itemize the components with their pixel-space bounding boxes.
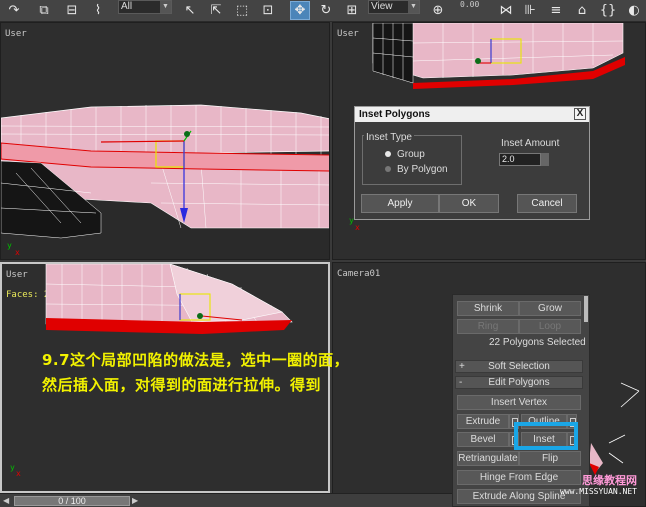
retriangulate-button[interactable]: Retriangulate [457, 451, 519, 466]
inset-amount-label: Inset Amount [501, 138, 560, 149]
spinner-snap-value: 0.00 [460, 0, 480, 9]
rotate-icon[interactable]: ↻ [316, 1, 336, 20]
loop-button[interactable]: Loop [519, 319, 581, 334]
inset-amount-input[interactable]: 2.0 [499, 153, 541, 166]
caption-line-2: 然后插入面，对得到的面进行拉伸。得到 [42, 376, 322, 394]
reference-coordinate-dropdown[interactable]: View ▼ [368, 0, 420, 14]
radio-unselected-icon [385, 166, 391, 173]
mesh-view-top-left: y x [1, 104, 329, 259]
svg-text:y: y [10, 463, 15, 472]
layer-icon[interactable]: ≡ [546, 1, 566, 20]
extrude-button[interactable]: Extrude [457, 414, 509, 429]
grow-button[interactable]: Grow [519, 301, 581, 316]
watermark-url: www.MISSYUAN.NET [559, 487, 637, 496]
svg-text:x: x [16, 469, 21, 478]
inset-type-label: Inset Type [364, 132, 414, 143]
selection-filter-dropdown[interactable]: All ▼ [118, 0, 172, 14]
ring-button[interactable]: Ring [457, 319, 519, 334]
curve-editor-icon[interactable]: {} [598, 1, 618, 20]
select-object-icon[interactable]: ↖ [180, 1, 200, 20]
pivot-center-icon[interactable]: ⊕ [428, 1, 448, 20]
edit-polygons-rollout[interactable]: - Edit Polygons [455, 376, 583, 389]
chevron-down-icon: ▼ [160, 1, 171, 13]
material-icon[interactable]: ◐ [624, 1, 644, 20]
shrink-button[interactable]: Shrink [457, 301, 519, 316]
scale-icon[interactable]: ⊞ [342, 1, 362, 20]
time-slider[interactable]: 0 / 100 [14, 496, 130, 506]
inset-amount-spinner[interactable] [541, 153, 549, 166]
caption-line-1: 9.7这个局部凹陷的做法是，选中一圈的面， [42, 351, 350, 369]
close-icon[interactable]: X [574, 108, 586, 120]
svg-text:y: y [7, 241, 12, 250]
cancel-button[interactable]: Cancel [517, 194, 577, 213]
dialog-title: Inset Polygons X [355, 107, 589, 122]
bind-spacewarp-icon[interactable]: ⌇ [88, 1, 108, 20]
schematic-icon[interactable]: ⌂ [572, 1, 592, 20]
prev-frame-icon[interactable]: ◀ [3, 496, 9, 505]
align-icon[interactable]: ⊪ [520, 1, 540, 20]
radio-selected-icon [385, 151, 391, 158]
select-by-name-icon[interactable]: ⇱ [206, 1, 226, 20]
unlink-icon[interactable]: ⊟ [62, 1, 82, 20]
flip-button[interactable]: Flip [519, 451, 581, 466]
next-frame-icon[interactable]: ▶ [132, 496, 138, 505]
tutorial-caption: 9.7这个局部凹陷的做法是，选中一圈的面， 然后插入面，对得到的面进行拉伸。得到 [42, 348, 349, 398]
panel-scrollbar[interactable] [584, 296, 588, 322]
window-crossing-icon[interactable]: ⊡ [258, 1, 278, 20]
bevel-button[interactable]: Bevel [457, 432, 509, 447]
watermark: 思缘教程网 www.MISSYUAN.NET [560, 472, 637, 496]
main-toolbar: ↷ ⧉ ⊟ ⌇ All ▼ ↖ ⇱ ⬚ ⊡ ✥ ↻ ⊞ View ▼ ⊕ 0.00 … [0, 0, 646, 22]
radio-group[interactable]: Group [385, 149, 425, 160]
time-slider-bar: ◀ 0 / 100 ▶ [0, 493, 452, 507]
edit-poly-panel: Shrink Grow Ring Loop 22 Polygons Select… [452, 294, 590, 507]
chevron-down-icon: ▼ [408, 1, 419, 13]
move-icon[interactable]: ✥ [290, 1, 310, 20]
inset-polygons-dialog: Inset Polygons X Inset Type Group By Pol… [354, 106, 590, 220]
hinge-from-edge-button[interactable]: Hinge From Edge [457, 470, 581, 485]
ok-button[interactable]: OK [439, 194, 499, 213]
svg-text:x: x [15, 248, 20, 257]
inset-highlight-box [514, 422, 578, 450]
select-link-icon[interactable]: ⧉ [34, 1, 54, 20]
redo-icon[interactable]: ↷ [4, 1, 24, 20]
watermark-title: 思缘教程网 [582, 474, 637, 487]
apply-button[interactable]: Apply [361, 194, 439, 213]
insert-vertex-button[interactable]: Insert Vertex [457, 395, 581, 410]
viewport-top-left[interactable]: User y x [0, 22, 330, 260]
selection-count: 22 Polygons Selected [489, 337, 586, 348]
svg-text:x: x [355, 223, 360, 232]
mirror-icon[interactable]: ⋈ [496, 1, 516, 20]
radio-by-polygon[interactable]: By Polygon [385, 164, 448, 175]
soft-selection-rollout[interactable]: + Soft Selection [455, 360, 583, 373]
region-select-icon[interactable]: ⬚ [232, 1, 252, 20]
